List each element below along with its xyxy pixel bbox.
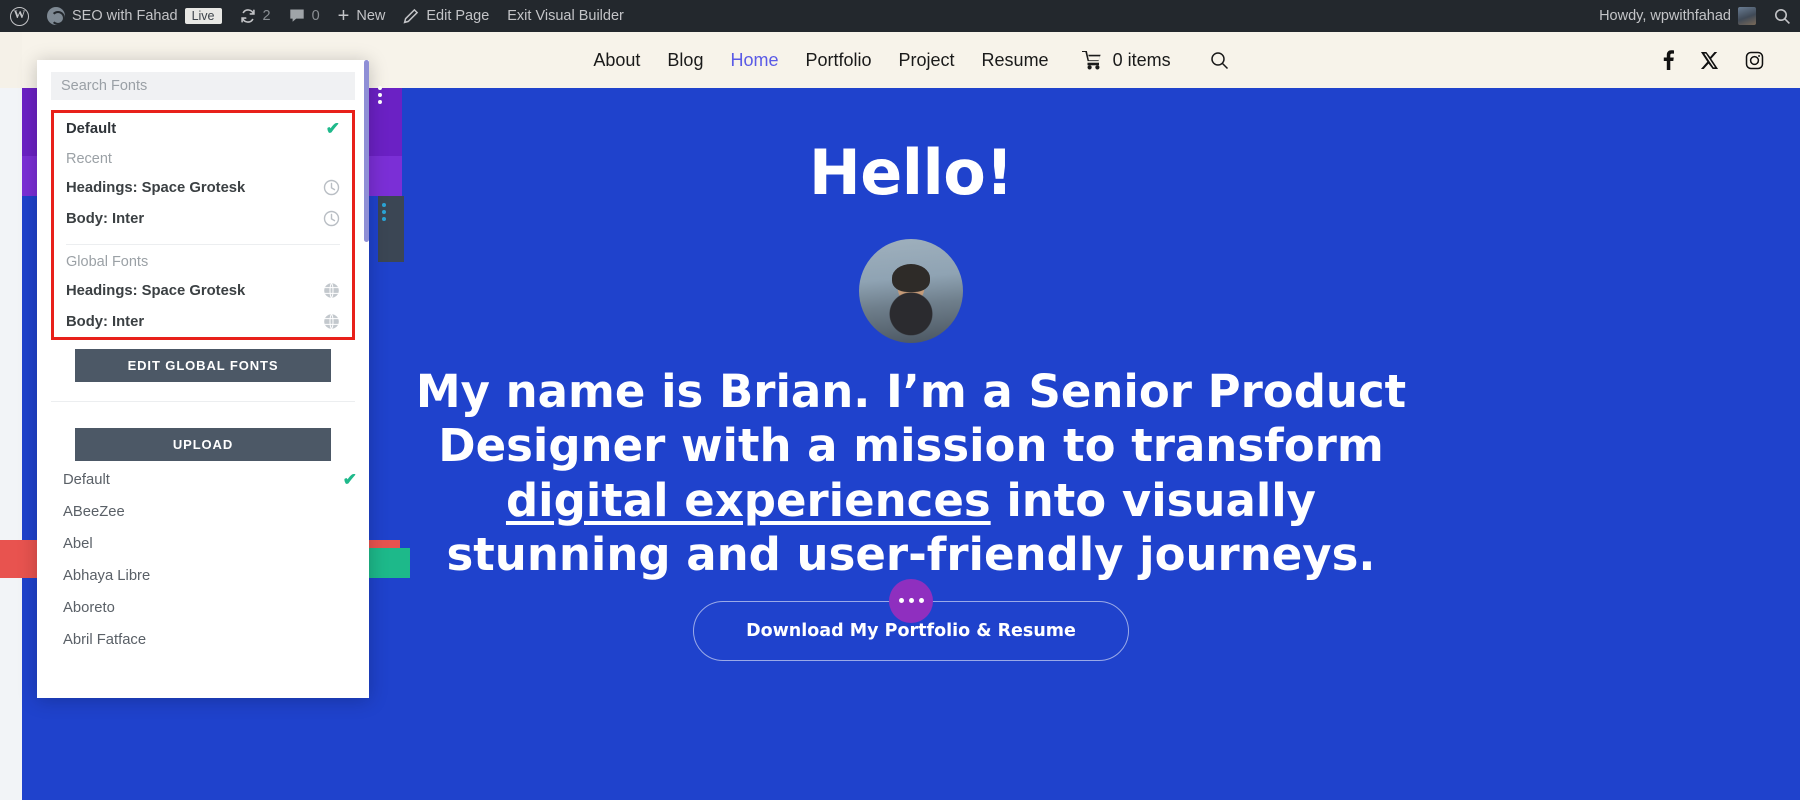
adminbar-edit-label: Edit Page <box>426 8 490 24</box>
pencil-icon <box>403 8 419 24</box>
builder-more-options-icon-top[interactable] <box>378 86 382 104</box>
adminbar-howdy-label: Howdy, wpwithfahad <box>1599 8 1731 24</box>
tagline-text-before: My name is Brian. I’m a Senior Product D… <box>415 365 1407 473</box>
facebook-icon[interactable] <box>1663 50 1674 70</box>
cart-link[interactable]: 0 items <box>1081 49 1171 71</box>
global-font-body[interactable]: Body: Inter <box>54 306 352 337</box>
screen-root: About Blog Home Portfolio Project Resume… <box>0 0 1800 800</box>
font-list-item-label: Aboreto <box>63 600 115 616</box>
font-panel-scrollbar[interactable] <box>364 60 369 242</box>
adminbar-exit-visual-builder[interactable]: Exit Visual Builder <box>498 0 633 32</box>
recent-section-label: Recent <box>66 151 112 167</box>
recent-font-body-label: Body: Inter <box>66 210 145 227</box>
profile-photo <box>859 239 963 343</box>
globe-icon <box>323 313 340 330</box>
group-divider <box>66 244 340 245</box>
adminbar-search-button[interactable] <box>1765 0 1800 32</box>
adminbar-new-content[interactable]: + New <box>329 0 395 32</box>
upload-font-button[interactable]: UPLOAD <box>75 428 331 461</box>
dot-2 <box>908 598 914 604</box>
live-badge[interactable]: Live <box>184 8 222 24</box>
global-font-headings[interactable]: Headings: Space Grotesk <box>54 275 352 306</box>
drag-dots-handle[interactable] <box>889 578 933 623</box>
x-twitter-icon[interactable] <box>1700 51 1719 70</box>
recent-font-headings[interactable]: Headings: Space Grotesk <box>54 172 352 203</box>
adminbar-exit-label: Exit Visual Builder <box>507 8 624 24</box>
builder-left-gutter <box>0 88 22 800</box>
nav-item-about[interactable]: About <box>593 50 640 71</box>
font-list-item-label: Abel <box>63 536 93 552</box>
nav-item-project[interactable]: Project <box>899 50 955 71</box>
edit-global-fonts-button[interactable]: EDIT GLOBAL FONTS <box>75 349 331 382</box>
comments-count: 0 <box>311 8 320 24</box>
updates-icon <box>240 8 256 24</box>
user-avatar <box>1738 7 1756 25</box>
updates-count: 2 <box>262 8 271 24</box>
font-list-item-aboreto[interactable]: Aboreto <box>37 592 369 624</box>
font-search-row <box>37 60 369 110</box>
recent-font-body[interactable]: Body: Inter <box>54 203 352 234</box>
search-fonts-input[interactable] <box>51 72 355 100</box>
font-list-item-label: Abril Fatface <box>63 632 147 648</box>
recent-font-headings-label: Headings: Space Grotesk <box>66 179 246 196</box>
font-list-item-label: ABeeZee <box>63 504 125 520</box>
header-search-button[interactable] <box>1210 51 1229 70</box>
nav-item-home[interactable]: Home <box>730 50 778 71</box>
wordpress-logo-icon <box>10 5 29 26</box>
shopping-cart-icon <box>1081 50 1104 70</box>
adminbar-comments[interactable]: 0 <box>280 0 329 32</box>
font-option-default-top-label: Default <box>66 120 117 137</box>
nav-item-blog[interactable]: Blog <box>667 50 703 71</box>
nav-item-portfolio[interactable]: Portfolio <box>805 50 871 71</box>
site-dashboard-icon <box>47 7 65 25</box>
clock-icon <box>323 210 340 227</box>
global-fonts-section-label: Global Fonts <box>66 254 149 270</box>
adminbar-new-label: New <box>356 8 386 24</box>
adminbar-wp-logo[interactable] <box>0 0 38 32</box>
adminbar-updates[interactable]: 2 <box>231 0 280 32</box>
global-font-body-label: Body: Inter <box>66 313 145 330</box>
globe-icon <box>323 282 340 299</box>
search-icon <box>1774 8 1791 25</box>
dot-3 <box>918 598 924 604</box>
hero-tagline: My name is Brian. I’m a Senior Product D… <box>406 365 1416 583</box>
wp-admin-bar: SEO with Fahad Live 2 0 + New <box>0 0 1800 32</box>
nav-item-resume[interactable]: Resume <box>982 50 1049 71</box>
adminbar-howdy[interactable]: Howdy, wpwithfahad <box>1590 0 1765 32</box>
check-icon: ✔ <box>325 119 340 138</box>
plus-icon: + <box>337 5 350 27</box>
font-list-item-abel[interactable]: Abel <box>37 528 369 560</box>
builder-more-options-icon-module[interactable] <box>382 203 386 221</box>
tagline-emphasis: digital experiences <box>505 473 991 527</box>
font-list-item-label: Default <box>63 471 110 488</box>
primary-nav: About Blog Home Portfolio Project Resume… <box>593 50 1228 71</box>
cart-item-count: 0 items <box>1112 49 1171 70</box>
clock-icon <box>323 179 340 196</box>
check-icon: ✔ <box>342 470 357 489</box>
instagram-icon[interactable] <box>1745 51 1764 70</box>
font-picker-panel: Default ✔ Recent Headings: Space Grotesk… <box>37 60 369 698</box>
dot-1 <box>898 598 904 604</box>
font-list-item-abeezee[interactable]: ABeeZee <box>37 496 369 528</box>
comments-icon <box>289 8 305 24</box>
font-family-list: Default ✔ ABeeZee Abel Abhaya Libre Abor… <box>37 463 369 656</box>
adminbar-site-name[interactable]: SEO with Fahad Live <box>38 0 231 32</box>
font-list-item-default[interactable]: Default ✔ <box>37 463 369 496</box>
global-font-headings-label: Headings: Space Grotesk <box>66 282 246 299</box>
social-links <box>1663 32 1764 88</box>
adminbar-site-label: SEO with Fahad <box>72 8 178 24</box>
adminbar-edit-page[interactable]: Edit Page <box>394 0 498 32</box>
font-option-default-top[interactable]: Default ✔ <box>54 113 352 144</box>
font-list-item-label: Abhaya Libre <box>63 568 151 584</box>
highlighted-fonts-group: Default ✔ Recent Headings: Space Grotesk… <box>51 110 355 340</box>
panel-divider <box>51 401 355 402</box>
font-list-item-abril-fatface[interactable]: Abril Fatface <box>37 624 369 656</box>
font-list-item-abhaya-libre[interactable]: Abhaya Libre <box>37 560 369 592</box>
